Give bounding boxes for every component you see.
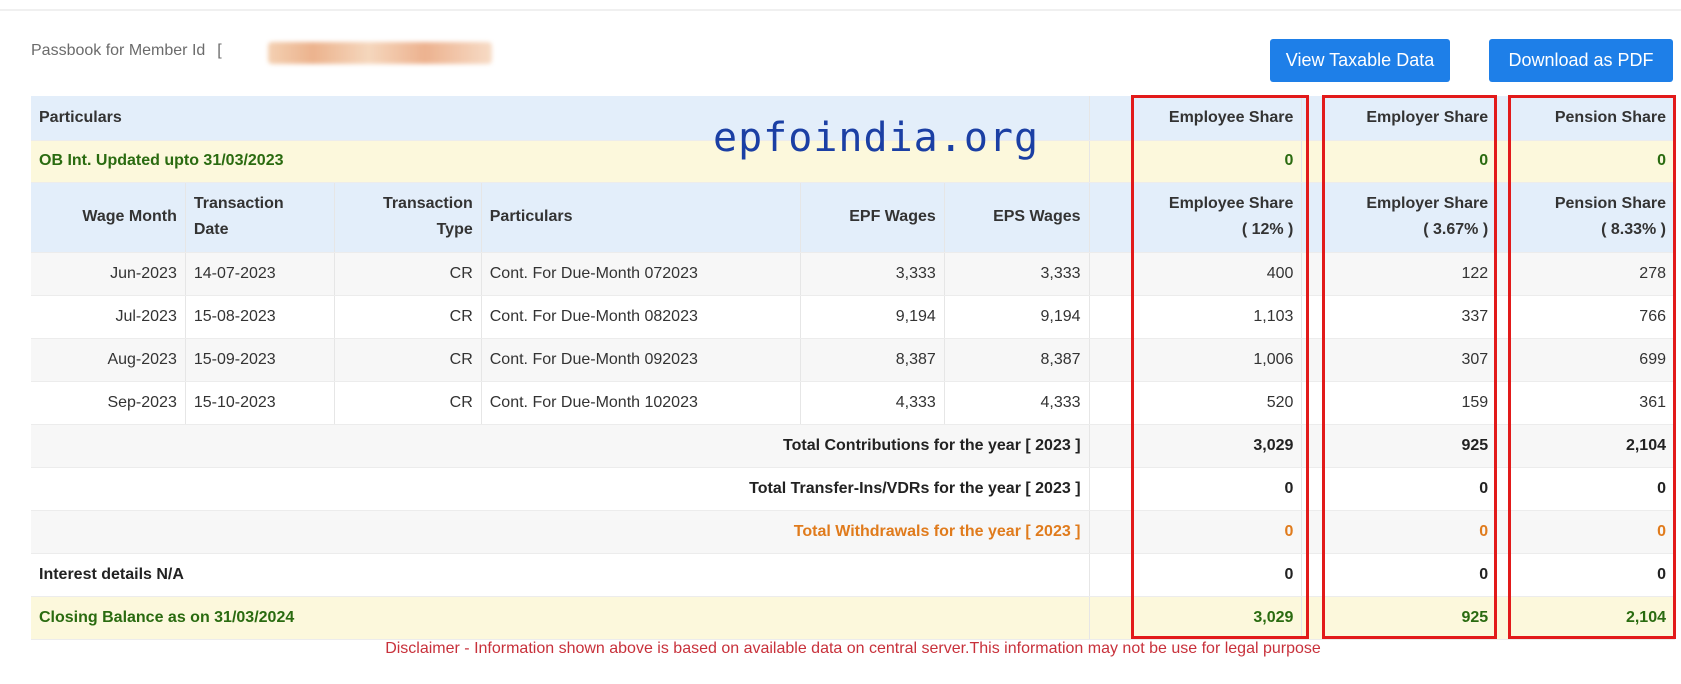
total-withdrawals-employee: 0 bbox=[1089, 510, 1303, 554]
watermark: epfoindia.org bbox=[713, 115, 1040, 161]
ob-employee: 0 bbox=[1089, 140, 1303, 183]
row-employer-share: 122 bbox=[1301, 252, 1498, 296]
interest-employer: 0 bbox=[1301, 553, 1498, 597]
table-row: Jul-2023 15-08-2023 CR Cont. For Due-Mon… bbox=[31, 295, 1675, 339]
passbook-header: Passbook for Member Id [ bbox=[31, 42, 222, 60]
total-withdrawals-employer: 0 bbox=[1301, 510, 1498, 554]
row-employee-share: 520 bbox=[1089, 381, 1303, 425]
row-eps-wages: 8,387 bbox=[944, 338, 1090, 382]
row-employer-share: 159 bbox=[1301, 381, 1498, 425]
total-withdrawals-row: Total Withdrawals for the year [ 2023 ] … bbox=[31, 510, 1675, 554]
total-transfers-employee: 0 bbox=[1089, 467, 1303, 511]
row-transaction-date: 15-10-2023 bbox=[185, 381, 335, 425]
closing-balance-row: Closing Balance as on 31/03/2024 3,029 9… bbox=[31, 596, 1675, 640]
row-transaction-type: CR bbox=[334, 295, 482, 339]
row-employee-share: 1,103 bbox=[1089, 295, 1303, 339]
row-employee-share: 1,006 bbox=[1089, 338, 1303, 382]
table-row: Jun-2023 14-07-2023 CR Cont. For Due-Mon… bbox=[31, 252, 1675, 296]
closing-employee: 3,029 bbox=[1089, 596, 1303, 640]
passbook-bracket: [ bbox=[217, 42, 222, 59]
employer-share-header: Employer Share bbox=[1301, 96, 1498, 141]
interest-label: Interest details N/A bbox=[31, 553, 1090, 597]
total-contributions-employee: 3,029 bbox=[1089, 424, 1303, 468]
total-contributions-pension: 2,104 bbox=[1496, 424, 1675, 468]
col-transaction-date: Transaction Date bbox=[185, 182, 335, 253]
row-pension-share: 278 bbox=[1496, 252, 1675, 296]
row-transaction-type: CR bbox=[334, 381, 482, 425]
row-employer-share: 337 bbox=[1301, 295, 1498, 339]
ob-employer: 0 bbox=[1301, 140, 1498, 183]
table-row: Sep-2023 15-10-2023 CR Cont. For Due-Mon… bbox=[31, 381, 1675, 425]
total-contributions-employer: 925 bbox=[1301, 424, 1498, 468]
row-epf-wages: 9,194 bbox=[800, 295, 945, 339]
row-wage-month: Jun-2023 bbox=[31, 252, 186, 296]
passbook-label: Passbook for Member Id bbox=[31, 42, 206, 59]
pension-share-header: Pension Share bbox=[1496, 96, 1675, 141]
col-wage-month: Wage Month bbox=[31, 182, 186, 253]
row-transaction-date: 14-07-2023 bbox=[185, 252, 335, 296]
col-epf-wages: EPF Wages bbox=[800, 182, 945, 253]
col-particulars: Particulars bbox=[481, 182, 802, 253]
disclaimer-text: Disclaimer - Information shown above is … bbox=[385, 640, 1321, 657]
closing-employer: 925 bbox=[1301, 596, 1498, 640]
passbook-table: Particulars Employee Share Employer Shar… bbox=[31, 96, 1675, 640]
row-epf-wages: 3,333 bbox=[800, 252, 945, 296]
row-wage-month: Sep-2023 bbox=[31, 381, 186, 425]
total-transfers-employer: 0 bbox=[1301, 467, 1498, 511]
total-withdrawals-label: Total Withdrawals for the year [ 2023 ] bbox=[31, 510, 1090, 554]
row-particulars: Cont. For Due-Month 072023 bbox=[481, 252, 802, 296]
interest-row: Interest details N/A 0 0 0 bbox=[31, 553, 1675, 597]
employee-share-header: Employee Share bbox=[1089, 96, 1303, 141]
row-eps-wages: 9,194 bbox=[944, 295, 1090, 339]
row-transaction-type: CR bbox=[334, 338, 482, 382]
download-pdf-button[interactable]: Download as PDF bbox=[1489, 39, 1673, 82]
member-id-redacted bbox=[268, 42, 492, 64]
total-contributions-row: Total Contributions for the year [ 2023 … bbox=[31, 424, 1675, 468]
total-withdrawals-pension: 0 bbox=[1496, 510, 1675, 554]
row-pension-share: 361 bbox=[1496, 381, 1675, 425]
closing-balance-label: Closing Balance as on 31/03/2024 bbox=[31, 596, 1090, 640]
row-wage-month: Aug-2023 bbox=[31, 338, 186, 382]
col-eps-wages: EPS Wages bbox=[944, 182, 1090, 253]
row-epf-wages: 4,333 bbox=[800, 381, 945, 425]
row-eps-wages: 4,333 bbox=[944, 381, 1090, 425]
row-transaction-type: CR bbox=[334, 252, 482, 296]
total-transfers-row: Total Transfer-Ins/VDRs for the year [ 2… bbox=[31, 467, 1675, 511]
column-header-row: Wage Month Transaction Date Transaction Ty… bbox=[31, 182, 1675, 253]
col-pension-share: Pension Share( 8.33% ) bbox=[1496, 182, 1675, 253]
row-particulars: Cont. For Due-Month 092023 bbox=[481, 338, 802, 382]
row-particulars: Cont. For Due-Month 082023 bbox=[481, 295, 802, 339]
col-transaction-type: Transaction Type bbox=[334, 182, 482, 253]
row-pension-share: 766 bbox=[1496, 295, 1675, 339]
interest-pension: 0 bbox=[1496, 553, 1675, 597]
row-employee-share: 400 bbox=[1089, 252, 1303, 296]
row-wage-month: Jul-2023 bbox=[31, 295, 186, 339]
row-eps-wages: 3,333 bbox=[944, 252, 1090, 296]
row-epf-wages: 8,387 bbox=[800, 338, 945, 382]
row-transaction-date: 15-08-2023 bbox=[185, 295, 335, 339]
total-transfers-label: Total Transfer-Ins/VDRs for the year [ 2… bbox=[31, 467, 1090, 511]
col-employer-share: Employer Share( 3.67% ) bbox=[1301, 182, 1498, 253]
view-taxable-data-button[interactable]: View Taxable Data bbox=[1270, 39, 1450, 82]
ob-pension: 0 bbox=[1496, 140, 1675, 183]
row-particulars: Cont. For Due-Month 102023 bbox=[481, 381, 802, 425]
closing-pension: 2,104 bbox=[1496, 596, 1675, 640]
table-row: Aug-2023 15-09-2023 CR Cont. For Due-Mon… bbox=[31, 338, 1675, 382]
col-employee-share: Employee Share( 12% ) bbox=[1089, 182, 1303, 253]
interest-employee: 0 bbox=[1089, 553, 1303, 597]
top-divider bbox=[0, 9, 1681, 11]
total-contributions-label: Total Contributions for the year [ 2023 … bbox=[31, 424, 1090, 468]
row-transaction-date: 15-09-2023 bbox=[185, 338, 335, 382]
row-pension-share: 699 bbox=[1496, 338, 1675, 382]
row-employer-share: 307 bbox=[1301, 338, 1498, 382]
total-transfers-pension: 0 bbox=[1496, 467, 1675, 511]
